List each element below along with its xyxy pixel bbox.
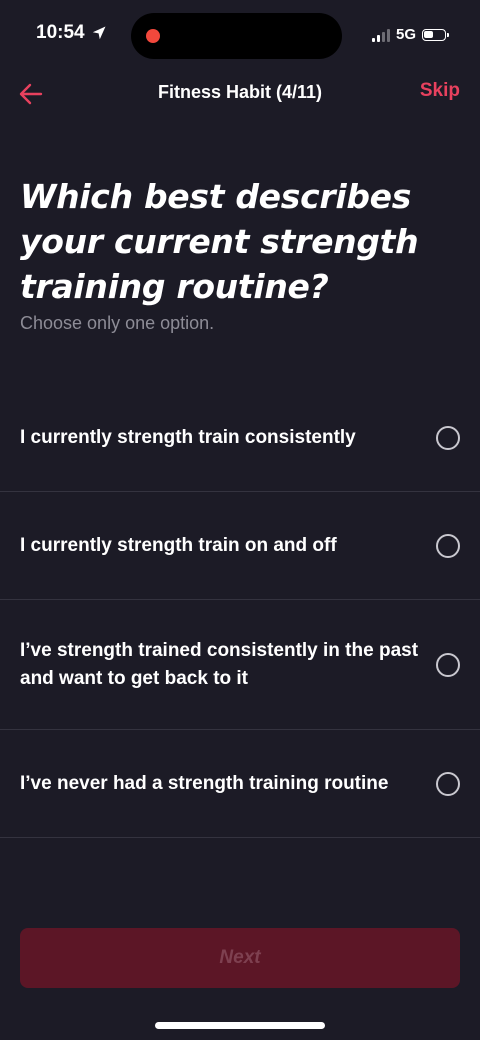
radio-circle-icon[interactable] [436, 771, 460, 796]
option-label: I’ve never had a strength training routi… [20, 772, 389, 794]
radio-circle-icon[interactable] [436, 425, 460, 450]
question-hint: Choose only one option. [20, 313, 215, 333]
onboarding-screen: 10:54 5G Fitness Habit (4/11) Skip Which… [0, 0, 480, 1040]
status-indicators: 5G [371, 26, 449, 43]
recording-indicator-icon [146, 29, 160, 43]
option-row[interactable]: I’ve never had a strength training routi… [0, 730, 480, 838]
option-label: I currently strength train on and off [20, 534, 337, 556]
cellular-signal-icon [371, 28, 390, 42]
nav-title: Fitness Habit (4/11) [157, 82, 323, 102]
status-time: 10:54 [36, 22, 85, 43]
option-label: I currently strength train consistently [20, 426, 356, 448]
skip-button[interactable]: Skip [420, 80, 460, 102]
option-label: I’ve strength trained consistently in th… [20, 639, 419, 689]
option-row[interactable]: I currently strength train on and off [0, 492, 480, 600]
question-title: Which best describes your current streng… [20, 177, 419, 306]
home-indicator [155, 1022, 325, 1029]
status-time-group: 10:54 [36, 22, 107, 44]
option-row[interactable]: I currently strength train consistently [0, 384, 480, 492]
nav-header: Fitness Habit (4/11) Skip [0, 72, 480, 116]
battery-icon [422, 28, 449, 41]
dynamic-island [131, 13, 342, 59]
battery-fill [424, 30, 433, 38]
radio-circle-icon[interactable] [436, 533, 460, 558]
next-button[interactable]: Next [20, 928, 460, 988]
location-arrow-icon [92, 26, 106, 40]
options-list: I currently strength train consistently … [0, 384, 480, 838]
status-bar: 10:54 5G [0, 0, 480, 72]
radio-circle-icon[interactable] [436, 652, 460, 677]
network-type: 5G [395, 26, 416, 43]
option-row[interactable]: I’ve strength trained consistently in th… [0, 600, 480, 730]
